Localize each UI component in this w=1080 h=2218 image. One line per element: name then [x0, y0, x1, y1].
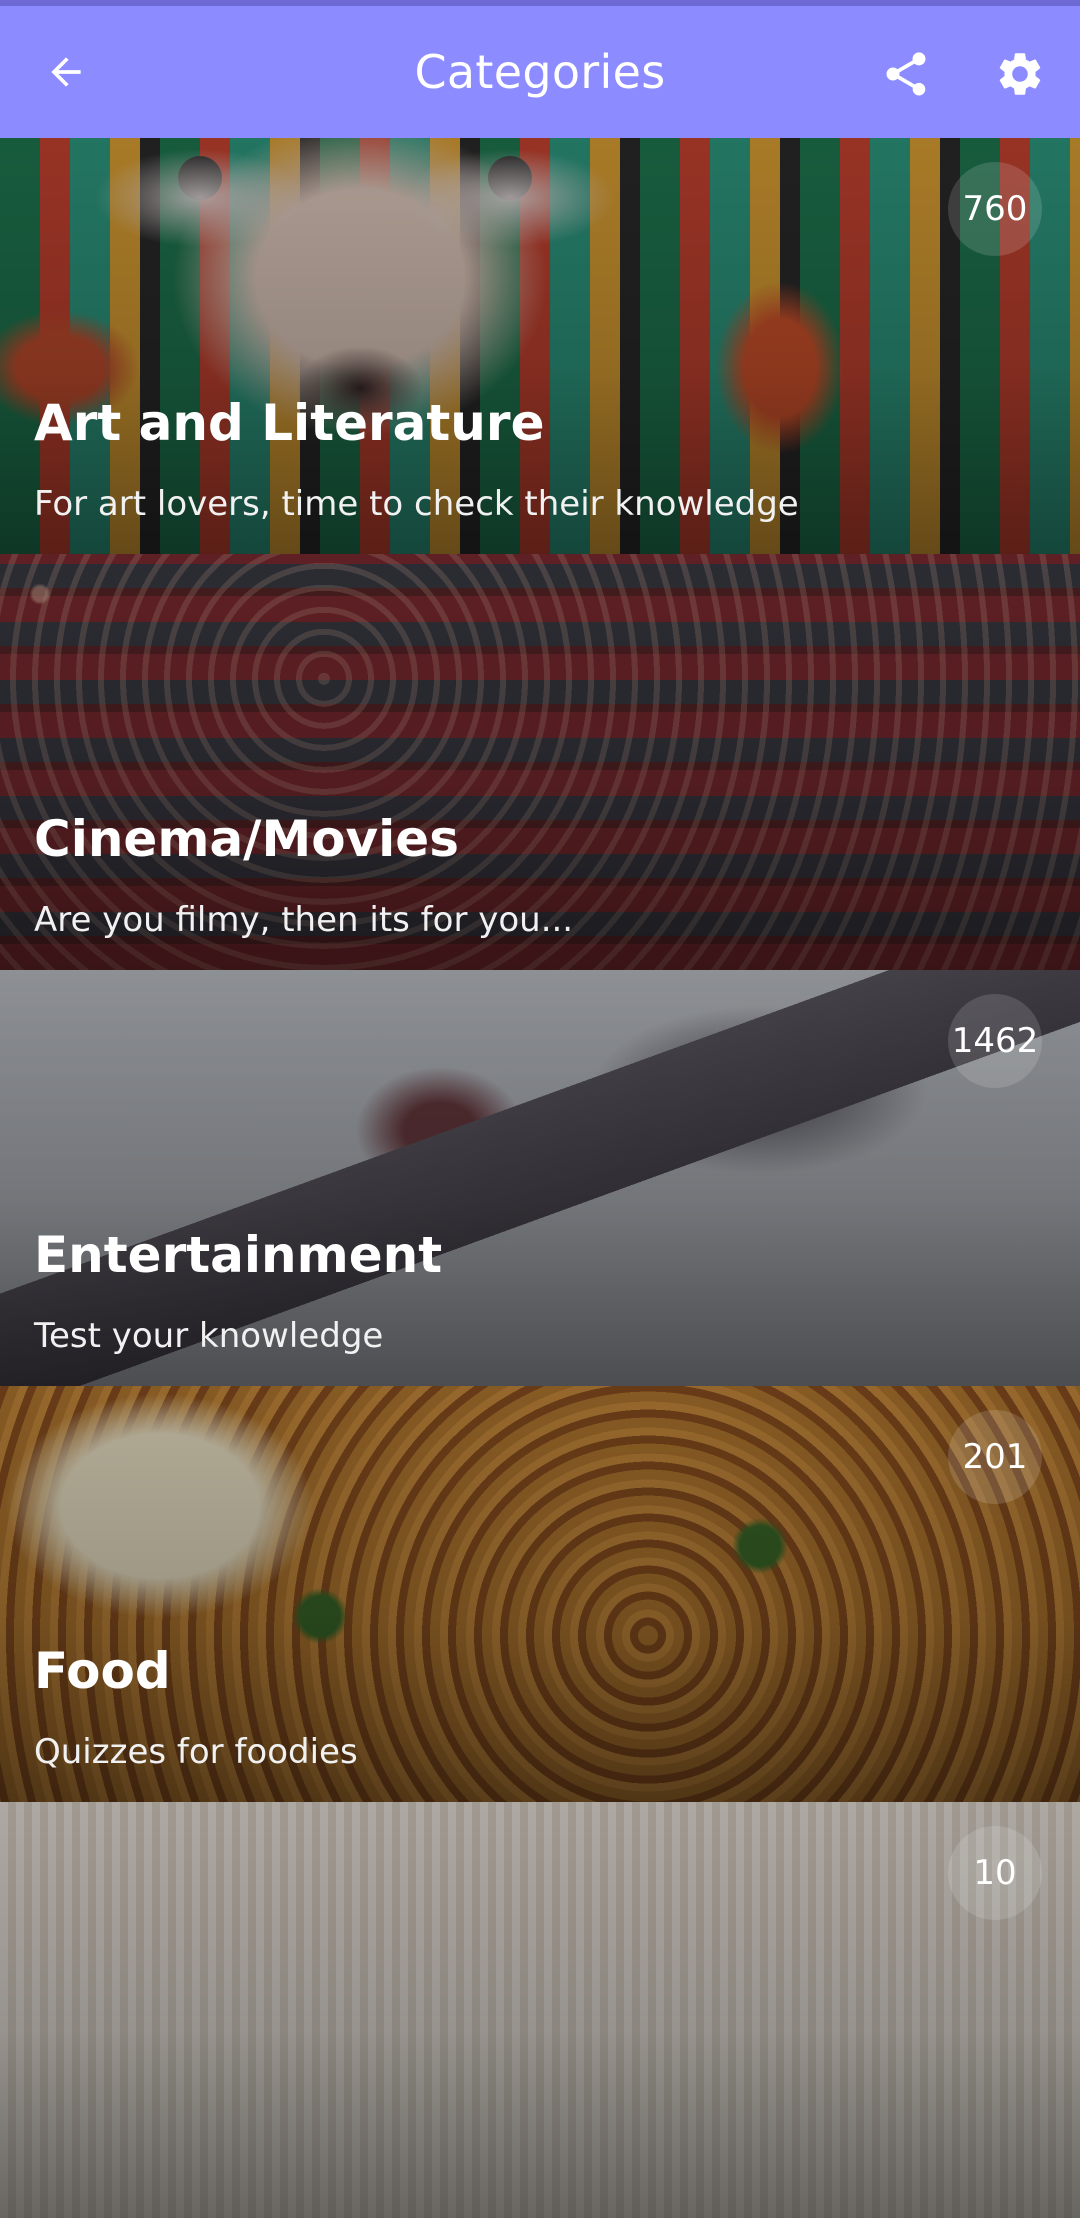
question-count-badge: 10 [948, 1826, 1042, 1920]
category-card-art-and-literature[interactable]: 760 Art and Literature For art lovers, t… [0, 138, 1080, 554]
app-bar: Categories [0, 6, 1080, 138]
image-overlay [0, 1802, 1080, 2218]
settings-button[interactable] [982, 36, 1058, 112]
category-title: Art and Literature [34, 394, 545, 452]
category-title: Cinema/Movies [34, 810, 459, 868]
category-card-cinema-movies[interactable]: Cinema/Movies Are you filmy, then its fo… [0, 554, 1080, 970]
category-card-food[interactable]: 201 Food Quizzes for foodies [0, 1386, 1080, 1802]
category-title: Food [34, 1642, 171, 1700]
question-count-badge: 760 [948, 162, 1042, 256]
category-title: Entertainment [34, 1226, 443, 1284]
category-description: For art lovers, time to check their know… [34, 484, 799, 524]
share-button[interactable] [868, 36, 944, 112]
question-count-badge: 1462 [948, 994, 1042, 1088]
category-card-books[interactable]: 10 [0, 1802, 1080, 2218]
category-list: 760 Art and Literature For art lovers, t… [0, 138, 1080, 2218]
category-description: Test your knowledge [34, 1316, 384, 1356]
category-card-entertainment[interactable]: 1462 Entertainment Test your knowledge [0, 970, 1080, 1386]
category-description: Are you filmy, then its for you... [34, 900, 574, 940]
category-description: Quizzes for foodies [34, 1732, 358, 1772]
share-icon [880, 48, 932, 100]
question-count-badge: 201 [948, 1410, 1042, 1504]
gear-icon [994, 48, 1046, 100]
